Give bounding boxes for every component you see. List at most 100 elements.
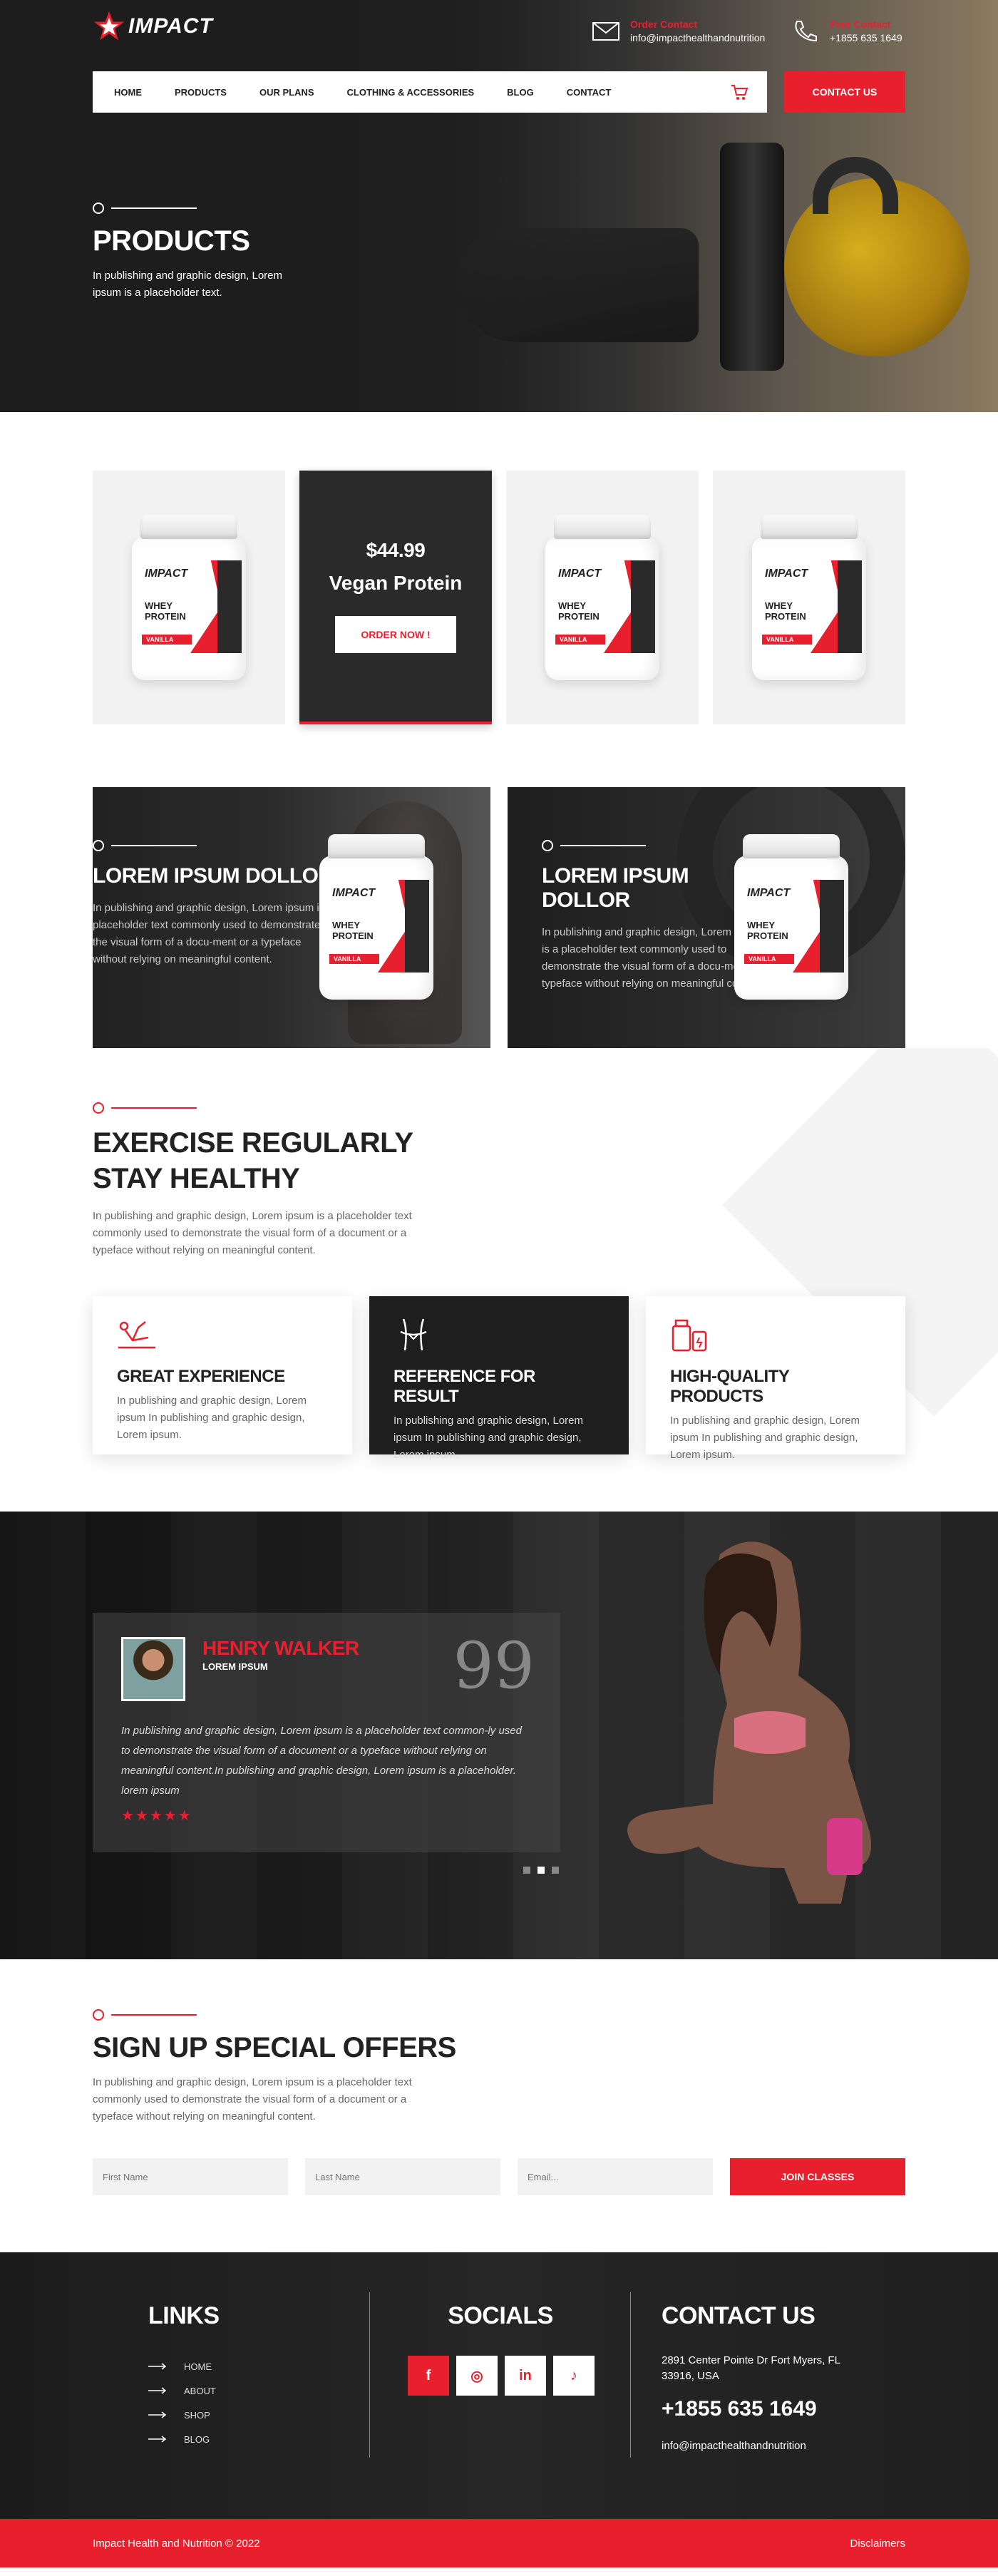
feature-banners: LOREM IPSUM DOLLOR In publishing and gra…	[0, 787, 998, 1048]
protein-jar-image: IMPACT WHEY PROTEIN VANILLA	[734, 834, 848, 1000]
stretching-icon	[118, 1321, 155, 1349]
order-contact-email[interactable]: info@impacthealthandnutrition	[630, 32, 765, 43]
footer-socials-title: SOCIALS	[448, 2302, 553, 2329]
slider-dot[interactable]	[552, 1867, 559, 1874]
footer-link-blog[interactable]: BLOG	[148, 2427, 220, 2451]
first-name-input[interactable]	[93, 2158, 288, 2195]
hero-deco-line	[93, 202, 307, 214]
nav-clothing-accessories[interactable]: CLOTHING & ACCESSORIES	[347, 87, 475, 98]
nav-contact[interactable]: CONTACT	[567, 87, 612, 98]
nav-blog[interactable]: BLOG	[507, 87, 534, 98]
benefit-text: In publishing and graphic design, Lorem …	[393, 1415, 584, 1461]
main-nav: HOME PRODUCTS OUR PLANS CLOTHING & ACCES…	[93, 71, 767, 113]
body-measure-icon	[400, 1318, 427, 1351]
order-contact: Order Contact info@impacthealthandnutrit…	[592, 19, 765, 43]
feature-deco-line	[93, 840, 335, 851]
products-section: IMPACT WHEY PROTEIN VANILLA $44.99 Vegan P…	[0, 412, 998, 787]
free-contact: Free Contact +1855 635 1649	[791, 19, 902, 43]
cart-icon[interactable]	[730, 83, 748, 101]
avatar	[121, 1637, 185, 1701]
benefit-text: In publishing and graphic design, Lorem …	[117, 1395, 307, 1441]
contact-us-button[interactable]: CONTACT US	[784, 71, 905, 113]
copyright: Impact Health and Nutrition © 2022	[93, 2537, 260, 2550]
hero-text: In publishing and graphic design, Lorem …	[93, 270, 283, 299]
slider-dot-active[interactable]	[537, 1867, 545, 1874]
exercise-text: In publishing and graphic design, Lorem …	[93, 1210, 412, 1256]
quote-icon: 99	[453, 1628, 535, 1703]
product-card[interactable]: IMPACT WHEY PROTEIN VANILLA	[506, 471, 699, 724]
order-contact-label: Order Contact	[630, 19, 698, 30]
protein-jar-image: IMPACT WHEY PROTEIN VANILLA	[319, 834, 433, 1000]
join-classes-button[interactable]: JOIN CLASSES	[730, 2158, 905, 2195]
testimonial-name: HENRY WALKER	[202, 1637, 359, 1659]
nav-home[interactable]: HOME	[114, 87, 142, 98]
signup-text: In publishing and graphic design, Lorem …	[93, 2076, 412, 2123]
product-card[interactable]: IMPACT WHEY PROTEIN VANILLA	[713, 471, 905, 724]
star-logo-icon	[93, 11, 125, 41]
athlete-woman-image	[627, 1541, 871, 1904]
footer-link-home[interactable]: HOME	[148, 2354, 220, 2379]
benefit-card: HIGH-QUALITY PRODUCTS In publishing and …	[646, 1296, 905, 1461]
arrow-right-icon	[148, 2363, 167, 2370]
testimonial-section: HENRY WALKER LOREM IPSUM 99 In publishin…	[0, 1512, 998, 1959]
exercise-deco-line	[93, 1102, 905, 1114]
footer-email[interactable]: info@impacthealthandnutrition	[662, 2440, 861, 2452]
footer-contact: CONTACT US 2891 Center Pointe Dr Fort My…	[662, 2302, 861, 2452]
protein-jar-image: IMPACT WHEY PROTEIN VANILLA	[545, 515, 659, 680]
footer-links-title: LINKS	[148, 2302, 220, 2329]
product-card-featured[interactable]: $44.99 Vegan Protein ORDER NOW !	[299, 471, 492, 724]
order-now-button[interactable]: ORDER NOW !	[335, 616, 456, 653]
product-price: $44.99	[366, 539, 426, 561]
logo[interactable]: IMPACT	[93, 10, 213, 43]
exercise-title: EXERCISE REGULARLY STAY HEALTHY	[93, 1127, 413, 1194]
footer-address: 2891 Center Pointe Dr Fort Myers, FL 339…	[662, 2354, 840, 2382]
footer-links: LINKS HOME ABOUT SHOP BLOG	[148, 2302, 220, 2451]
last-name-input[interactable]	[305, 2158, 500, 2195]
benefit-title: REFERENCE FOR RESULT	[393, 1367, 535, 1406]
linkedin-icon[interactable]: in	[505, 2356, 546, 2396]
protein-jar-image: IMPACT WHEY PROTEIN VANILLA	[132, 515, 246, 680]
facebook-icon[interactable]: f	[408, 2356, 449, 2396]
footer-link-about[interactable]: ABOUT	[148, 2379, 220, 2403]
instagram-icon[interactable]: ◎	[456, 2356, 498, 2396]
footer-link-shop[interactable]: SHOP	[148, 2403, 220, 2427]
free-contact-label: Free Contact	[830, 19, 891, 30]
hero-section: IMPACT Order Contact info@impacthealthan…	[0, 0, 998, 412]
testimonial-role: LOREM IPSUM	[202, 1661, 268, 1672]
protein-jar-image: IMPACT WHEY PROTEIN VANILLA	[752, 515, 866, 680]
signup-deco-line	[93, 2009, 905, 2021]
rating-stars: ★★★★★	[121, 1808, 192, 1824]
product-card[interactable]: IMPACT WHEY PROTEIN VANILLA	[93, 471, 285, 724]
exercise-section: EXERCISE REGULARLY STAY HEALTHY In publis…	[0, 1048, 998, 1512]
nav-our-plans[interactable]: OUR PLANS	[259, 87, 314, 98]
arrow-right-icon	[148, 2387, 167, 2394]
nav-products[interactable]: PRODUCTS	[175, 87, 227, 98]
phone-icon	[795, 21, 817, 41]
supplement-icon	[672, 1319, 707, 1352]
footer-contact-title: CONTACT US	[662, 2302, 816, 2329]
free-contact-phone[interactable]: +1855 635 1649	[830, 32, 902, 43]
signup-title: SIGN UP SPECIAL OFFERS	[93, 2032, 456, 2063]
hero-copy: PRODUCTS In publishing and graphic desig…	[93, 202, 307, 302]
benefit-card: REFERENCE FOR RESULT In publishing and g…	[369, 1296, 629, 1461]
disclaimers-link[interactable]: Disclaimers	[850, 2537, 905, 2550]
slider-dot[interactable]	[523, 1867, 530, 1874]
benefit-title: GREAT EXPERIENCE	[117, 1367, 285, 1386]
feature-banner: LOREM IPSUM DOLLOR In publishing and gra…	[93, 787, 490, 1048]
top-bar: IMPACT Order Contact info@impacthealthan…	[93, 0, 905, 71]
feature-banner: LOREM IPSUM DOLLOR In publishing and gra…	[508, 787, 905, 1048]
signup-section: SIGN UP SPECIAL OFFERS In publishing and…	[0, 1959, 998, 2252]
benefit-text: In publishing and graphic design, Lorem …	[670, 1415, 860, 1461]
benefit-card: GREAT EXPERIENCE In publishing and graph…	[93, 1296, 352, 1454]
arrow-right-icon	[148, 2436, 167, 2443]
logo-text: IMPACT	[128, 14, 213, 38]
arrow-right-icon	[148, 2411, 167, 2418]
feature-title: LOREM IPSUM DOLLOR	[93, 864, 334, 888]
testimonial-text: In publishing and graphic design, Lorem …	[121, 1725, 522, 1797]
footer-phone[interactable]: +1855 635 1649	[662, 2397, 861, 2421]
tiktok-icon[interactable]: ♪	[553, 2356, 595, 2396]
product-name: Vegan Protein	[329, 572, 463, 594]
footer: LINKS HOME ABOUT SHOP BLOG SOCIALS f ◎ i…	[0, 2252, 998, 2519]
footer-socials: SOCIALS f ◎ in ♪	[408, 2302, 595, 2396]
email-input[interactable]	[518, 2158, 713, 2195]
